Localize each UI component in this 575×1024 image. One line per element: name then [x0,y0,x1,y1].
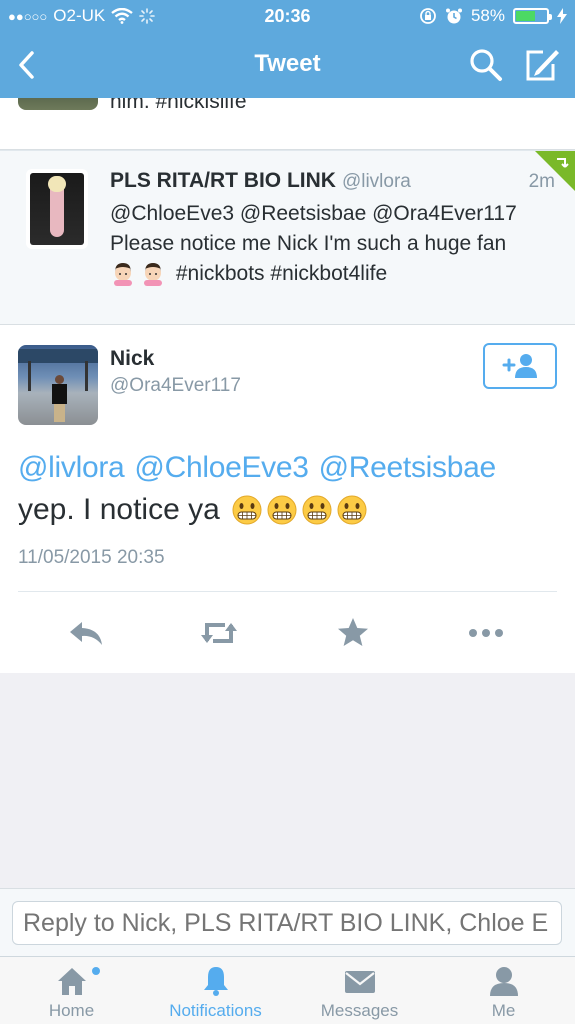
avatar-photo [30,173,84,245]
bell-icon [203,967,228,996]
divider [18,591,557,592]
tab-home-label: Home [48,1001,95,1020]
avatar-hair [48,176,66,192]
home-icon [57,968,86,995]
reply-tweet-text: @ChloeEve3 @Reetsisbae @Ora4Ever117 Plea… [110,199,555,289]
retweeted-corner-icon [535,151,575,191]
focused-tweet: Nick @Ora4Ever117 @livlora @ChloeEve3 @Ree… [0,325,575,675]
envelope-icon [344,971,375,993]
tab-home[interactable]: Home [0,957,143,1024]
reply-author-name[interactable]: PLS RITA/RT BIO LINK @livlora [110,169,411,193]
grimacing-emoji-icon [232,495,262,525]
grimacing-emoji-icon [267,495,297,525]
nav-bar: Tweet [0,34,575,98]
avatar-person-head [55,375,64,384]
tweet-author-name[interactable]: Nick [110,347,154,371]
avatar-post [28,361,31,391]
tweet-author-avatar[interactable] [18,345,98,425]
previous-tweet-text: him. #nickislife [110,98,247,113]
avatar-post [85,361,88,391]
tweet-actions [0,593,575,673]
tab-notifications[interactable]: Notifications [144,957,287,1024]
reply-message: Please notice me Nick I'm such a huge fa… [110,232,507,255]
tweet-message: yep. I notice ya [18,493,220,526]
home-unread-dot [92,967,100,975]
follow-button[interactable] [483,343,557,389]
empty-area [0,673,575,888]
reply-input[interactable] [12,901,562,945]
tab-me-label: Me [491,1001,516,1020]
grimacing-emoji-icon [337,495,367,525]
reply-mentions[interactable]: @ChloeEve3 @Reetsisbae @Ora4Ever117 [110,199,555,229]
raising-hand-emoji-icon [114,263,132,286]
more-icon[interactable] [466,613,506,653]
reply-author-display-name: PLS RITA/RT BIO LINK [110,169,336,192]
tweet-text: yep. I notice ya [18,493,368,527]
avatar-person-legs [54,404,65,422]
tab-messages[interactable]: Messages [288,957,431,1024]
battery-icon [513,8,552,24]
search-icon[interactable] [469,48,503,82]
orientation-lock-icon [420,8,436,24]
battery-percent: 58% [470,6,505,25]
reply-hashtags[interactable]: #nickbots #nickbot4life [176,262,387,285]
battery-tip [549,14,552,20]
previous-tweet-avatar[interactable] [18,98,98,110]
person-icon [489,967,518,996]
tab-me[interactable]: Me [432,957,575,1024]
app-header: ●●○○○ O2-UK 20:36 58% Tweet [0,0,575,98]
tweet-mentions: @livlora @ChloeEve3 @Reetsisbae [18,451,506,485]
tweet-date: 11/05/2015 20:35 [18,547,165,568]
avatar-person-body [52,384,67,404]
reply-hashtag-line: #nickbots #nickbot4life [110,259,555,289]
compose-icon[interactable] [523,46,561,84]
mention-link[interactable]: @Reetsisbae [319,451,497,484]
favorite-star-icon[interactable] [333,613,373,653]
battery-level [516,11,535,21]
reply-icon[interactable] [66,613,106,653]
reply-author-avatar[interactable] [26,169,88,249]
tab-notifications-label: Notifications [169,1001,262,1020]
add-user-icon [502,354,537,378]
mention-link[interactable]: @ChloeEve3 [134,451,309,484]
reply-bar [0,888,575,956]
previous-tweet[interactable]: him. #nickislife [0,98,575,150]
tweet-thread: him. #nickislife PLS RITA/RT BIO LINK @li… [0,98,575,675]
tweet-author-handle[interactable]: @Ora4Ever117 [110,375,241,397]
retweet-icon[interactable] [199,613,239,653]
grimacing-emoji-icon [302,495,332,525]
status-right: 58% [419,6,567,26]
raising-hand-emoji-icon [144,263,162,286]
reply-author-handle: @livlora [341,171,411,192]
mention-link[interactable]: @livlora [18,451,125,484]
status-bar: ●●○○○ O2-UK 20:36 58% [0,0,575,34]
tab-bar: Home Notifications Messages Me [0,956,575,1024]
alarm-icon [445,8,462,24]
charging-bolt-icon [557,8,567,24]
tab-messages-label: Messages [320,1001,399,1020]
in-reply-to-tweet[interactable]: PLS RITA/RT BIO LINK @livlora 2m @ChloeEv… [0,150,575,325]
